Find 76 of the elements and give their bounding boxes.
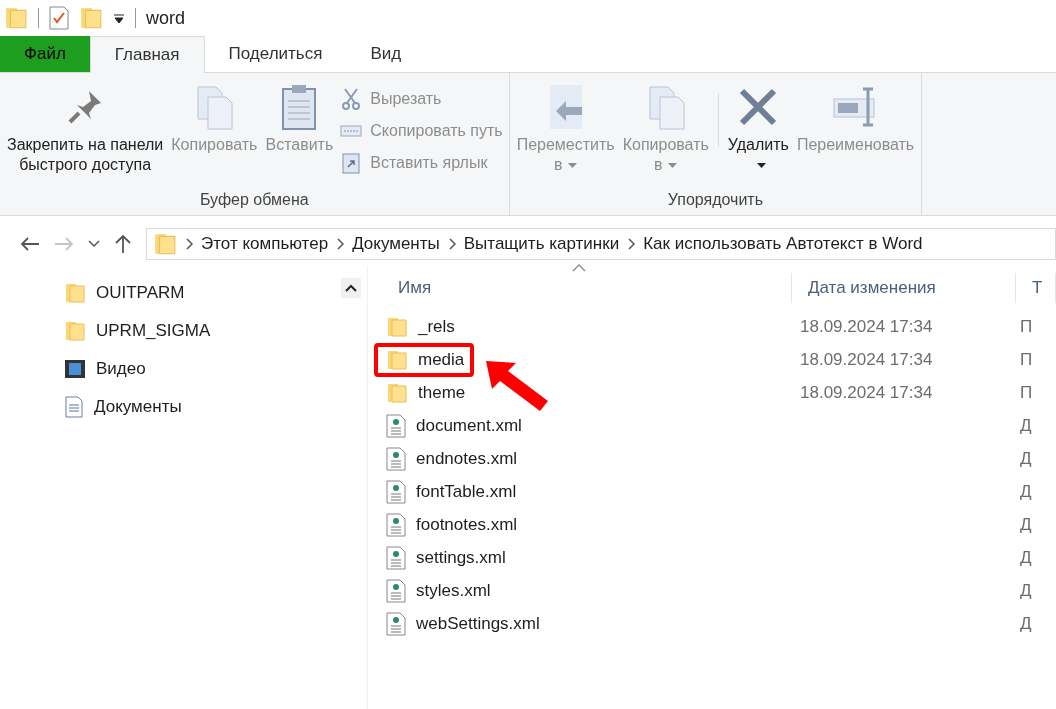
file-name[interactable]: theme bbox=[418, 382, 466, 403]
scroll-up-button[interactable] bbox=[341, 278, 361, 298]
folder-icon bbox=[64, 282, 86, 304]
film-icon bbox=[64, 358, 86, 380]
xml-file-icon bbox=[386, 512, 406, 537]
chevron-up-icon bbox=[345, 284, 357, 292]
folder-icon bbox=[153, 232, 177, 256]
xml-file-icon bbox=[386, 545, 406, 570]
xml-file-icon bbox=[386, 413, 406, 438]
file-name[interactable]: endnotes.xml bbox=[416, 448, 518, 469]
column-header[interactable]: Дата изменения bbox=[792, 273, 1016, 303]
type-cell-text: П bbox=[1019, 349, 1033, 370]
file-name[interactable]: webSettings.xml bbox=[416, 613, 540, 634]
xml-file-icon bbox=[386, 611, 406, 636]
type-cell-text: П bbox=[1019, 382, 1033, 403]
type-cell-text: П bbox=[1019, 316, 1033, 337]
type-cell-text: Д bbox=[1019, 613, 1032, 634]
properties-icon[interactable] bbox=[49, 6, 69, 30]
file-name[interactable]: settings.xml bbox=[416, 547, 506, 568]
dropdown-icon[interactable] bbox=[113, 12, 125, 24]
ribbon-tab[interactable]: Вид bbox=[346, 36, 426, 72]
ribbon-button[interactable]: Удалить bbox=[724, 79, 792, 187]
sidebar-item[interactable]: UPRM_SIGMA bbox=[64, 312, 341, 350]
date-cell-text: 18.09.2024 17:34 bbox=[799, 382, 934, 403]
sort-icon bbox=[572, 264, 586, 272]
date-cell-text: 18.09.2024 17:34 bbox=[799, 349, 934, 370]
chevron-down-icon bbox=[88, 240, 100, 248]
file-name[interactable]: _rels bbox=[418, 316, 455, 337]
up-arrow-icon bbox=[114, 234, 132, 254]
right-arrow-icon bbox=[54, 236, 74, 252]
shortcut-icon bbox=[340, 152, 363, 174]
breadcrumb-item[interactable]: Документы bbox=[352, 234, 440, 254]
ribbon-button[interactable]: Закрепить на панели быстрого доступа bbox=[4, 79, 167, 187]
type-cell-text: Д bbox=[1019, 547, 1032, 568]
xml-file-icon bbox=[386, 578, 406, 603]
file-name[interactable]: document.xml bbox=[416, 415, 522, 436]
breadcrumb-item[interactable]: Как использовать Автотекст в Word bbox=[643, 234, 923, 254]
type-cell-text: Д bbox=[1019, 481, 1032, 502]
xml-file-icon bbox=[386, 479, 406, 504]
column-header[interactable]: Т bbox=[1016, 273, 1056, 303]
group-label: Буфер обмена bbox=[199, 191, 309, 209]
sidebar-item[interactable]: Документы bbox=[64, 388, 341, 426]
ribbon-tab[interactable]: Поделиться bbox=[204, 36, 347, 72]
chevron-icon bbox=[185, 238, 193, 250]
document-icon bbox=[64, 396, 84, 418]
chevron-icon bbox=[627, 238, 636, 250]
scissors-icon bbox=[340, 88, 363, 110]
file-name[interactable]: media bbox=[418, 349, 465, 370]
type-cell-text: Д bbox=[1019, 415, 1032, 436]
breadcrumb-item[interactable]: Вытащить картинки bbox=[463, 234, 620, 254]
window-title: word bbox=[146, 7, 185, 29]
folder-icon bbox=[386, 348, 408, 371]
type-cell-text: Д bbox=[1019, 448, 1032, 469]
folder-icon bbox=[79, 6, 103, 30]
chevron-icon bbox=[336, 238, 345, 250]
chevron-icon bbox=[447, 238, 456, 250]
folder-icon bbox=[386, 381, 408, 404]
address-bar[interactable]: Этот компьютер Документы Вытащить картинки Как использовать Автотекст в Word bbox=[146, 228, 1056, 260]
folder-icon bbox=[4, 6, 28, 30]
file-name[interactable]: fontTable.xml bbox=[416, 481, 517, 502]
xml-file-icon bbox=[386, 446, 406, 471]
sidebar-item[interactable]: Видео bbox=[64, 350, 341, 388]
column-header[interactable]: Имя bbox=[382, 273, 792, 303]
folder-icon bbox=[64, 320, 86, 342]
type-cell-text: Д bbox=[1019, 514, 1032, 535]
ribbon-tab[interactable]: Главная bbox=[89, 36, 205, 73]
group-label: Упорядочить bbox=[667, 191, 763, 209]
file-name[interactable]: styles.xml bbox=[416, 580, 491, 601]
file-name[interactable]: footnotes.xml bbox=[416, 514, 518, 535]
folder-icon bbox=[386, 315, 408, 338]
breadcrumb-item[interactable]: Этот компьютер bbox=[201, 234, 329, 254]
sidebar-item[interactable]: OUITPARM bbox=[64, 274, 341, 312]
type-cell-text: Д bbox=[1019, 580, 1032, 601]
left-arrow-icon bbox=[20, 236, 40, 252]
ribbon-tab[interactable]: Файл bbox=[0, 36, 90, 72]
date-cell-text: 18.09.2024 17:34 bbox=[799, 316, 934, 337]
